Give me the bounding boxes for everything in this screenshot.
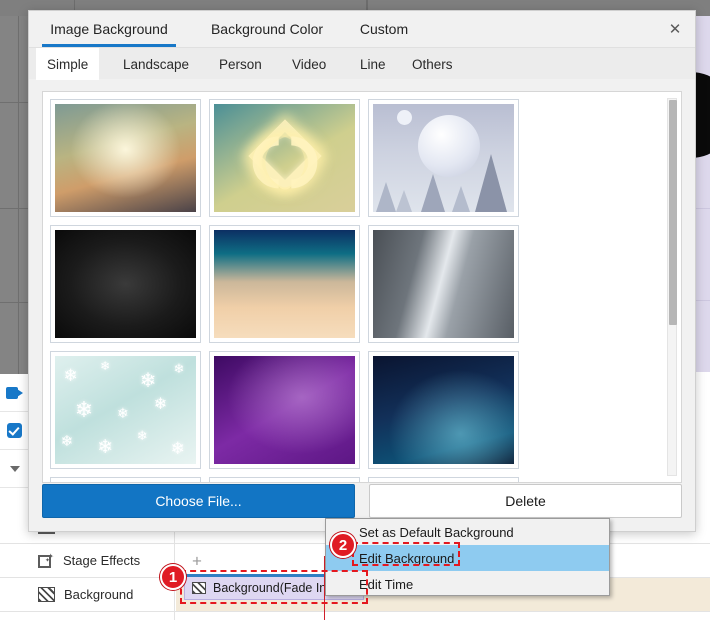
- thumbnail-image: [55, 482, 196, 483]
- dialog-tab-bar: Image Background Background Color Custom…: [29, 11, 695, 47]
- tab-label: Custom: [359, 21, 409, 37]
- scrollbar-thumb[interactable]: [669, 100, 677, 325]
- subtab-video[interactable]: Video: [281, 48, 337, 80]
- rail-item-dropdown[interactable]: [0, 450, 29, 488]
- thumbnail-purple-nebula[interactable]: [209, 351, 360, 469]
- thumbnail-image: [373, 230, 514, 338]
- tab-background-color[interactable]: Background Color: [203, 11, 331, 47]
- heart-icon: [247, 119, 322, 193]
- annotation-box-clip: [180, 570, 368, 604]
- tab-label: Image Background: [50, 21, 168, 37]
- timeline-label-text: Stage Effects: [63, 553, 141, 568]
- thumbnail-image: [373, 104, 514, 212]
- thumbnail-ice-planet-landscape[interactable]: [368, 99, 519, 217]
- choose-file-button[interactable]: Choose File...: [42, 484, 355, 518]
- delete-button[interactable]: Delete: [369, 484, 682, 518]
- thumbnail-gold-brushed-metal[interactable]: [50, 477, 201, 483]
- thumbnail-black-chalkboard-texture[interactable]: [50, 225, 201, 343]
- thumbnail-snowflakes-winter[interactable]: ❄ ❄ ❄ ❄ ❄ ❄ ❄ ❄ ❄ ❄ ❄: [50, 351, 201, 469]
- thumbnail-image: [214, 230, 355, 338]
- subtab-label: Person: [219, 56, 262, 72]
- thumbnail-pastel-diamond-texture[interactable]: [50, 99, 201, 217]
- tab-image-background[interactable]: Image Background: [42, 11, 176, 47]
- background-dialog: Image Background Background Color Custom…: [28, 10, 696, 532]
- subtab-label: Landscape: [123, 56, 190, 72]
- annotation-marker-2: 2: [330, 532, 356, 558]
- stage-effects-icon: ✦ ✦: [38, 553, 54, 568]
- timeline-row-label-background: Background: [30, 578, 175, 611]
- add-stage-effect-button[interactable]: +: [192, 552, 202, 569]
- subtab-line[interactable]: Line: [349, 48, 397, 80]
- dropdown-caret-icon: [9, 465, 20, 472]
- screen: + Transition Effects + ✦ ✦ Stage Effects: [0, 0, 710, 620]
- subtab-label: Line: [360, 56, 386, 72]
- timeline-label-text: Background: [64, 587, 134, 602]
- dialog-subtab-bar: Simple Landscape Person Video Line Other…: [29, 47, 695, 80]
- thumbnail-grid: ❄ ❄ ❄ ❄ ❄ ❄ ❄ ❄ ❄ ❄ ❄: [50, 99, 674, 483]
- timeline-row-label-empty: [30, 612, 175, 620]
- thumbnail-beach-horizon-blur[interactable]: [209, 225, 360, 343]
- thumbnail-blue-nebula-clouds[interactable]: [368, 351, 519, 469]
- thumbnail-image: [214, 356, 355, 464]
- thumbnail-scrollbar[interactable]: [667, 98, 677, 476]
- annotation-marker-1: 1: [160, 564, 186, 590]
- timeline-row-empty: [0, 612, 710, 620]
- subtab-others[interactable]: Others: [401, 48, 464, 80]
- thumbnail-image: [214, 104, 355, 212]
- background-hatch-icon: [38, 587, 55, 602]
- rail-item-checkbox[interactable]: [0, 412, 29, 450]
- context-menu-item-edit-time[interactable]: Edit Time: [326, 571, 609, 597]
- subtab-label: Video: [292, 56, 327, 72]
- thumbnail-image: ❄ ❄ ❄ ❄ ❄ ❄ ❄ ❄ ❄ ❄ ❄: [55, 356, 196, 464]
- subtab-simple[interactable]: Simple: [36, 48, 100, 80]
- subtab-landscape[interactable]: Landscape: [112, 48, 200, 80]
- dialog-button-row: Choose File... Delete: [42, 484, 682, 518]
- thumbnail-image: [55, 230, 196, 338]
- rail-item-video[interactable]: [0, 374, 29, 412]
- thumbnail-light-blue-bokeh[interactable]: [368, 477, 519, 483]
- subtab-person[interactable]: Person: [208, 48, 273, 80]
- thumbnail-image: [373, 482, 514, 483]
- video-icon: [6, 386, 23, 399]
- thumbnail-image: [55, 104, 196, 212]
- tab-label: Background Color: [210, 21, 324, 37]
- thumbnail-image: [373, 356, 514, 464]
- subtab-label: Simple: [47, 56, 89, 72]
- tab-custom[interactable]: Custom: [349, 11, 419, 47]
- thumbnail-brushed-metal-gray[interactable]: [368, 225, 519, 343]
- annotation-box-edit-background: [352, 542, 460, 566]
- thumbnail-galaxy-andromeda[interactable]: [209, 477, 360, 483]
- checkbox-checked-icon: [7, 423, 22, 438]
- thumbnail-grid-container: ❄ ❄ ❄ ❄ ❄ ❄ ❄ ❄ ❄ ❄ ❄: [42, 91, 682, 483]
- close-icon[interactable]: ✕: [665, 19, 685, 39]
- subtab-label: Others: [412, 56, 453, 72]
- thumbnail-image: [214, 482, 355, 483]
- timeline-row-label-stage: ✦ ✦ Stage Effects: [30, 544, 175, 577]
- thumbnail-glowing-heart[interactable]: [209, 99, 360, 217]
